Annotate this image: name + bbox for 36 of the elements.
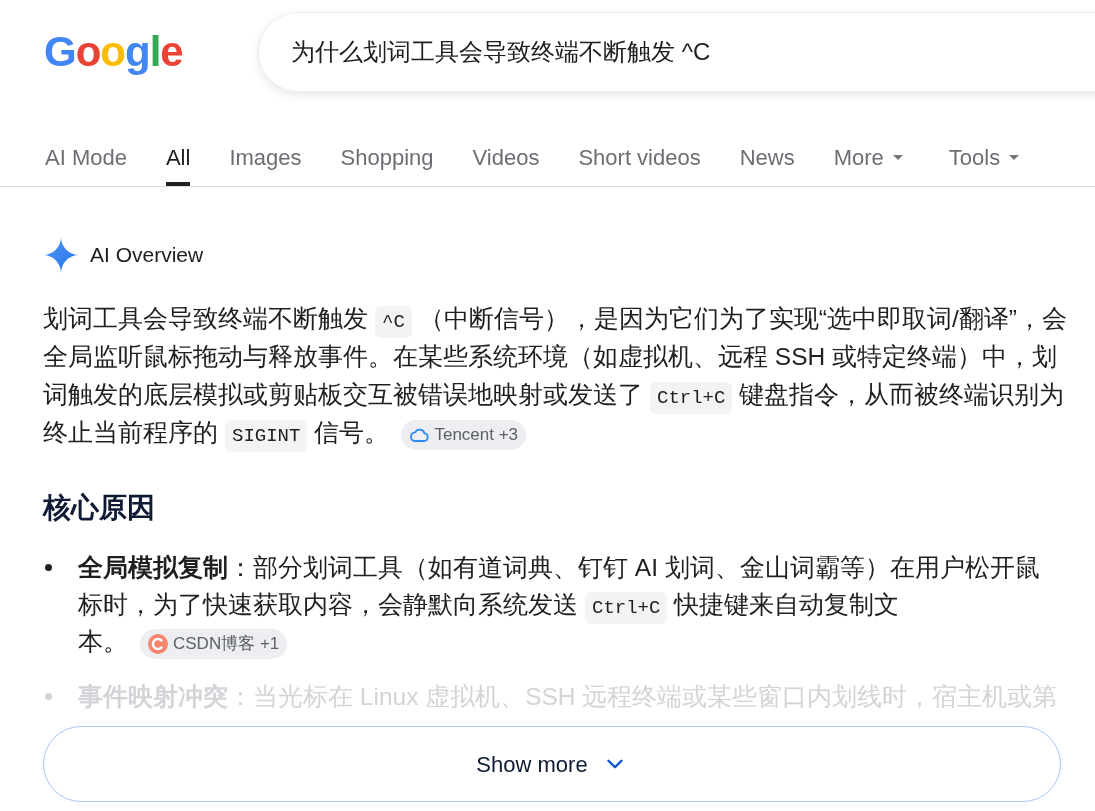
- inline-code: SIGINT: [225, 420, 308, 452]
- sparkle-icon: [43, 237, 79, 273]
- overview-text: （中断信号），是因为它们为了实现“选中即取词/翻译”，会: [418, 305, 1067, 332]
- bullet-icon: [45, 693, 52, 700]
- search-tab[interactable]: All: [165, 130, 191, 186]
- search-tab[interactable]: Shopping: [340, 130, 434, 186]
- circle-logo-icon: [148, 633, 168, 654]
- source-chip[interactable]: CSDN博客 +1: [140, 628, 288, 659]
- point-text: 本。: [78, 628, 128, 655]
- caret-icon: [1009, 154, 1020, 160]
- overview-text: 划词工具会导致终端不断触发: [43, 305, 368, 332]
- inline-code: Ctrl+C: [650, 382, 733, 414]
- search-tab[interactable]: Short videos: [578, 130, 701, 186]
- overview-text: 终止当前程序的: [43, 419, 218, 446]
- source-chip[interactable]: Tencent +3: [401, 419, 527, 450]
- search-tab[interactable]: AI Mode: [45, 130, 127, 186]
- search-tab[interactable]: News: [739, 130, 795, 186]
- tools-menu[interactable]: Tools: [948, 130, 1020, 186]
- ai-overview-title: AI Overview: [90, 242, 204, 268]
- search-tab[interactable]: Images: [229, 130, 302, 186]
- point-text: 标时，为了快速获取内容，会静默向系统发送: [78, 591, 578, 618]
- inline-code: ^C: [375, 306, 412, 338]
- inline-code: Ctrl+C: [585, 592, 668, 624]
- site-logo[interactable]: Google: [44, 28, 183, 75]
- point-text: 全局模拟复制：部分划词工具（如有道词典、钉钉 AI 划词、金山词霸等）在用户松开鼠: [78, 554, 1040, 581]
- overview-text: 词触发的底层模拟或剪贴板交互被错误地映射或发送了: [43, 381, 643, 408]
- section-heading: 核心原因: [43, 491, 156, 525]
- more-menu-tab[interactable]: More: [833, 130, 903, 186]
- overview-text: 信号。: [314, 419, 390, 446]
- caret-icon: [892, 154, 903, 160]
- bullet-icon: [45, 564, 52, 571]
- search-tab[interactable]: Videos: [472, 130, 540, 186]
- cloud-icon: [409, 427, 430, 442]
- overview-text: 全局监听鼠标拖动与释放事件。在某些系统环境（如虚拟机、远程 SSH 或特定终端）中，划: [43, 343, 1057, 370]
- point-text: 快捷键来自动复制文: [674, 591, 900, 618]
- overview-text: 键盘指令，从而被终端识别为: [739, 381, 1065, 408]
